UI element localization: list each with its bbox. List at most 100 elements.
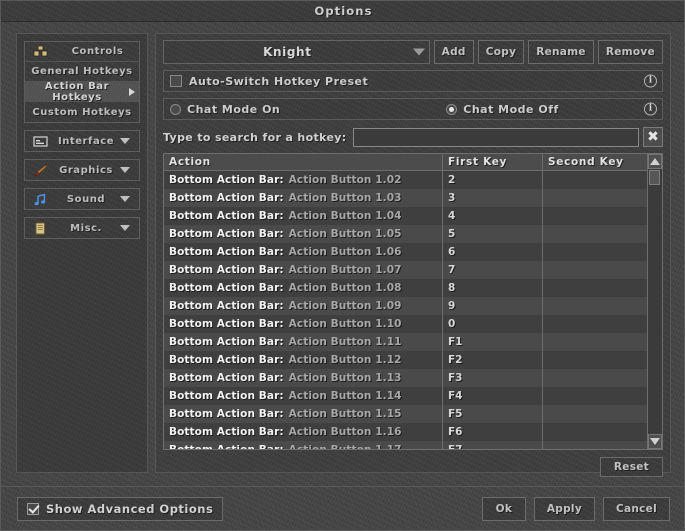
cell-first-key[interactable]: F3	[442, 369, 542, 387]
copy-preset-button[interactable]: Copy	[477, 40, 525, 64]
cell-first-key[interactable]: 4	[442, 207, 542, 225]
cell-first-key[interactable]: F6	[442, 423, 542, 441]
table-row[interactable]: Bottom Action Bar: Action Button 1.02 2	[164, 171, 647, 189]
scroll-up-button[interactable]	[648, 154, 662, 169]
info-icon[interactable]: i	[644, 74, 657, 88]
cell-action: Bottom Action Bar: Action Button 1.03	[164, 189, 442, 207]
cell-second-key[interactable]	[542, 369, 647, 387]
clear-search-icon[interactable]: ✖	[643, 127, 663, 147]
sidebar-item-general-hotkeys[interactable]: General Hotkeys	[25, 62, 139, 82]
table-row[interactable]: Bottom Action Bar: Action Button 1.16 F6	[164, 423, 647, 441]
action-name: Action Button 1.05	[288, 228, 402, 240]
scroll-down-button[interactable]	[648, 434, 662, 449]
cell-first-key[interactable]: 0	[442, 315, 542, 333]
table-row[interactable]: Bottom Action Bar: Action Button 1.17 F7	[164, 441, 647, 449]
ok-button[interactable]: Ok	[481, 496, 526, 521]
search-input[interactable]	[352, 127, 639, 147]
cell-second-key[interactable]	[542, 225, 647, 243]
sidebar-item-graphics[interactable]: Graphics	[25, 160, 139, 180]
rename-preset-button[interactable]: Rename	[528, 40, 594, 64]
window-title: Options	[314, 4, 373, 18]
table-row[interactable]: Bottom Action Bar: Action Button 1.12 F2	[164, 351, 647, 369]
table-scrollbar[interactable]	[647, 154, 662, 449]
cell-first-key[interactable]: 6	[442, 243, 542, 261]
cell-first-key[interactable]: F7	[442, 441, 542, 449]
cell-second-key[interactable]	[542, 243, 647, 261]
hotkey-table: Action First Key Second Key Bottom Actio…	[163, 153, 663, 450]
cell-second-key[interactable]	[542, 171, 647, 189]
table-row[interactable]: Bottom Action Bar: Action Button 1.05 5	[164, 225, 647, 243]
cell-first-key[interactable]: 5	[442, 225, 542, 243]
add-preset-button[interactable]: Add	[433, 40, 474, 64]
cell-second-key[interactable]	[542, 207, 647, 225]
cell-second-key[interactable]	[542, 441, 647, 449]
chat-mode-on-radio[interactable]	[170, 103, 181, 115]
first-key-value: 4	[448, 210, 456, 222]
action-category: Bottom Action Bar:	[169, 228, 284, 240]
table-row[interactable]: Bottom Action Bar: Action Button 1.09 9	[164, 297, 647, 315]
cell-first-key[interactable]: 8	[442, 279, 542, 297]
show-advanced-options-toggle[interactable]: Show Advanced Options	[17, 496, 224, 521]
cell-first-key[interactable]: 2	[442, 171, 542, 189]
sidebar-item-interface[interactable]: Interface	[25, 131, 139, 151]
remove-preset-button[interactable]: Remove	[597, 40, 663, 64]
chevron-down-icon	[120, 196, 130, 202]
cell-first-key[interactable]: 7	[442, 261, 542, 279]
auto-switch-row[interactable]: Auto-Switch Hotkey Preset i	[163, 70, 663, 92]
first-key-value: 9	[448, 300, 456, 312]
table-row[interactable]: Bottom Action Bar: Action Button 1.07 7	[164, 261, 647, 279]
cell-second-key[interactable]	[542, 351, 647, 369]
cell-first-key[interactable]: 9	[442, 297, 542, 315]
cell-second-key[interactable]	[542, 297, 647, 315]
chat-mode-on-option[interactable]: Chat Mode On	[170, 103, 280, 116]
chat-mode-off-radio[interactable]	[446, 103, 458, 115]
cell-action: Bottom Action Bar: Action Button 1.07	[164, 261, 442, 279]
content-panel: Knight Add Copy Rename Remove Auto-Switc…	[155, 33, 671, 477]
scrollbar-thumb[interactable]	[649, 170, 660, 185]
cell-second-key[interactable]	[542, 387, 647, 405]
apply-button[interactable]: Apply	[533, 496, 595, 521]
cell-second-key[interactable]	[542, 315, 647, 333]
preset-dropdown[interactable]: Knight	[163, 40, 430, 64]
column-header-second-key[interactable]: Second Key	[542, 154, 647, 170]
info-icon[interactable]: i	[644, 102, 657, 116]
table-row[interactable]: Bottom Action Bar: Action Button 1.15 F5	[164, 405, 647, 423]
cell-first-key[interactable]: F5	[442, 405, 542, 423]
table-row[interactable]: Bottom Action Bar: Action Button 1.14 F4	[164, 387, 647, 405]
cell-second-key[interactable]	[542, 261, 647, 279]
cell-first-key[interactable]: F1	[442, 333, 542, 351]
chat-mode-off-option[interactable]: Chat Mode Off	[446, 103, 559, 116]
cell-first-key[interactable]: 3	[442, 189, 542, 207]
reset-button[interactable]: Reset	[599, 457, 663, 477]
sidebar-item-sound[interactable]: Sound	[25, 189, 139, 209]
table-row[interactable]: Bottom Action Bar: Action Button 1.11 F1	[164, 333, 647, 351]
action-category: Bottom Action Bar:	[169, 246, 284, 258]
cell-first-key[interactable]: F4	[442, 387, 542, 405]
sidebar-item-custom-hotkeys[interactable]: Custom Hotkeys	[25, 102, 139, 122]
cancel-button[interactable]: Cancel	[602, 496, 670, 521]
table-row[interactable]: Bottom Action Bar: Action Button 1.08 8	[164, 279, 647, 297]
cell-second-key[interactable]	[542, 333, 647, 351]
column-header-first-key[interactable]: First Key	[442, 154, 542, 170]
auto-switch-checkbox[interactable]	[170, 75, 182, 87]
cell-first-key[interactable]: F2	[442, 351, 542, 369]
table-row[interactable]: Bottom Action Bar: Action Button 1.06 6	[164, 243, 647, 261]
options-window: Options Controls General Hotkeys Action Ba…	[0, 0, 685, 531]
cell-second-key[interactable]	[542, 189, 647, 207]
table-row[interactable]: Bottom Action Bar: Action Button 1.10 0	[164, 315, 647, 333]
window-titlebar: Options	[1, 1, 684, 22]
sidebar-item-misc[interactable]: Misc.	[25, 218, 139, 238]
sidebar-item-action-bar-hotkeys[interactable]: Action Bar Hotkeys	[25, 81, 139, 103]
table-row[interactable]: Bottom Action Bar: Action Button 1.03 3	[164, 189, 647, 207]
first-key-value: F2	[448, 354, 463, 366]
column-header-action[interactable]: Action	[164, 154, 442, 170]
cell-second-key[interactable]	[542, 405, 647, 423]
scrollbar-track[interactable]	[648, 169, 662, 434]
sidebar-item-controls[interactable]: Controls	[25, 42, 139, 62]
table-row[interactable]: Bottom Action Bar: Action Button 1.13 F3	[164, 369, 647, 387]
cell-second-key[interactable]	[542, 279, 647, 297]
table-row[interactable]: Bottom Action Bar: Action Button 1.04 4	[164, 207, 647, 225]
cell-second-key[interactable]	[542, 423, 647, 441]
sidebar-item-label: Custom Hotkeys	[32, 106, 132, 118]
show-advanced-options-checkbox[interactable]	[27, 502, 39, 515]
